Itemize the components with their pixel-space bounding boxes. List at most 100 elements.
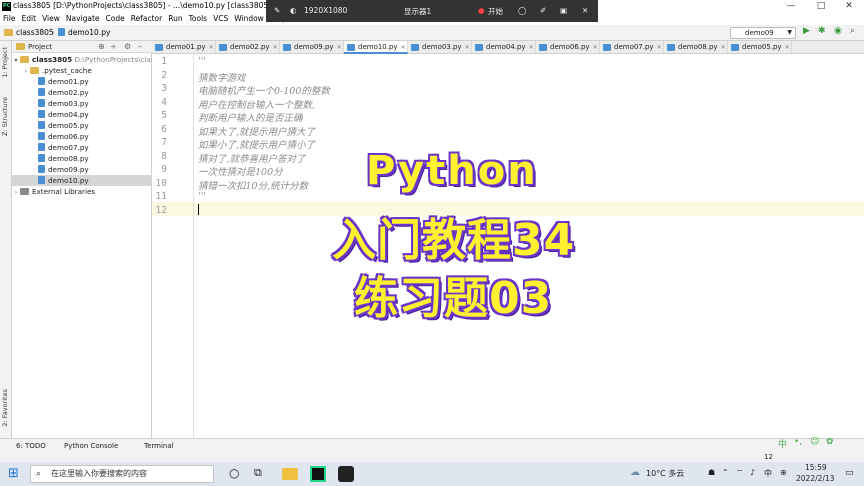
tree-item-file[interactable]: demo03.py <box>12 98 152 109</box>
favorites-tool-tab[interactable]: 2: Favorites <box>1 389 9 427</box>
notification-icon[interactable]: ▭ <box>845 468 854 478</box>
ime-smile-icon[interactable]: ☺ <box>810 437 819 447</box>
menu-vcs[interactable]: VCS <box>210 13 231 25</box>
run-config-select[interactable]: demo09 ▼ <box>730 27 796 39</box>
clock-date[interactable]: 2022/2/13 <box>796 474 834 483</box>
breadcrumb-file[interactable]: demo10.py <box>68 28 110 37</box>
contrast-icon[interactable]: ◐ <box>290 6 297 15</box>
tab-demo01[interactable]: demo01.py ✕ <box>152 41 216 54</box>
tree-item-file[interactable]: demo07.py <box>12 142 152 153</box>
menu-window[interactable]: Window <box>231 13 267 25</box>
tab-close-icon[interactable]: ✕ <box>657 44 662 51</box>
search-everywhere-icon[interactable]: ⌕ <box>850 26 855 36</box>
pen-icon[interactable]: ✐ <box>540 6 546 15</box>
tray-volume-icon[interactable]: ♪ <box>750 468 755 477</box>
tab-close-icon[interactable]: ✕ <box>529 44 534 51</box>
tab-demo08[interactable]: demo08.py ✕ <box>664 41 728 54</box>
project-panel-title[interactable]: Project <box>28 43 52 51</box>
clock-time[interactable]: 15:59 <box>805 463 827 472</box>
close-button[interactable]: ✕ <box>834 0 864 13</box>
tab-demo10[interactable]: demo10.py ✕ <box>344 41 408 54</box>
weather-icon[interactable]: ☁ <box>630 467 640 478</box>
settings-circle-icon[interactable]: ◯ <box>518 6 526 15</box>
tree-root[interactable]: ▾ class3805 D:\PythonProjects\class3805 <box>12 54 152 65</box>
coverage-icon[interactable]: ◉ <box>834 26 842 36</box>
menu-file[interactable]: File <box>0 13 19 25</box>
pycharm-taskbar-icon[interactable] <box>310 466 326 482</box>
cursor-position[interactable]: 12 <box>764 453 773 461</box>
tab-demo07[interactable]: demo07.py ✕ <box>600 41 664 54</box>
menu-refactor[interactable]: Refactor <box>128 13 165 25</box>
tab-close-icon[interactable]: ✕ <box>401 44 406 51</box>
overlay-title-line1: Python <box>365 147 538 196</box>
tree-item-file[interactable]: demo02.py <box>12 87 152 98</box>
cortana-icon[interactable]: ○ <box>229 466 245 482</box>
menu-navigate[interactable]: Navigate <box>63 13 103 25</box>
tray-chevron-icon[interactable]: ⌃ <box>722 468 729 477</box>
tree-item-file[interactable]: demo01.py <box>12 76 152 87</box>
tree-item-file-selected[interactable]: demo10.py <box>12 175 152 186</box>
taskbar-search-input[interactable]: ⌕ 在这里输入你要搜索的内容 <box>30 465 214 483</box>
tab-close-icon[interactable]: ✕ <box>273 44 278 51</box>
todo-tab[interactable]: 6: TODO <box>16 442 46 450</box>
tab-close-icon[interactable]: ✕ <box>465 44 470 51</box>
menu-edit[interactable]: Edit <box>19 13 40 25</box>
tab-demo04[interactable]: demo04.py ✕ <box>472 41 536 54</box>
tab-close-icon[interactable]: ✕ <box>593 44 598 51</box>
tab-demo05[interactable]: demo05.py ✕ <box>728 41 792 54</box>
maximize-button[interactable]: □ <box>806 0 836 13</box>
locate-icon[interactable]: ⊕ <box>98 42 105 51</box>
tray-ime-icon[interactable]: 中 <box>764 468 772 479</box>
tree-item-pytest-cache[interactable]: › .pytest_cache <box>12 65 152 76</box>
tab-demo06[interactable]: demo06.py ✕ <box>536 41 600 54</box>
menu-run[interactable]: Run <box>165 13 185 25</box>
debug-icon[interactable]: ✱ <box>818 26 826 36</box>
minimize-button[interactable]: — <box>776 0 806 13</box>
camera-icon[interactable]: ▣ <box>560 6 567 15</box>
tab-demo02[interactable]: demo02.py ✕ <box>216 41 280 54</box>
tray-wifi-icon[interactable]: ⌔ <box>736 468 744 478</box>
tab-close-icon[interactable]: ✕ <box>721 44 726 51</box>
task-view-icon[interactable]: ⧉ <box>254 466 270 482</box>
tab-close-icon[interactable]: ✕ <box>785 44 790 51</box>
tab-demo03[interactable]: demo03.py ✕ <box>408 41 472 54</box>
ime-tool-icon[interactable]: ✿ <box>826 437 834 447</box>
tray-extra-icon[interactable]: ⊕ <box>780 468 787 477</box>
structure-tool-tab[interactable]: Z: Structure <box>1 97 9 136</box>
ime-chinese-icon[interactable]: 中 <box>778 437 787 450</box>
tab-demo09[interactable]: demo09.py ✕ <box>280 41 344 54</box>
collapse-icon[interactable]: ÷ <box>110 42 117 51</box>
breadcrumb-project[interactable]: class3805 <box>16 28 54 37</box>
menu-tools[interactable]: Tools <box>186 13 210 25</box>
recorder-taskbar-icon[interactable] <box>338 466 354 482</box>
run-icon[interactable]: ▶ <box>803 26 810 36</box>
weather-text[interactable]: 10°C 多云 <box>646 468 684 479</box>
python-file-icon <box>38 143 45 151</box>
tree-item-external-libraries[interactable]: › External Libraries <box>12 186 152 197</box>
tree-item-file[interactable]: demo05.py <box>12 120 152 131</box>
terminal-tab[interactable]: Terminal <box>144 442 174 450</box>
tray-network-icon[interactable]: ☗ <box>708 468 715 477</box>
ime-punct-icon[interactable]: •, <box>794 437 802 447</box>
tree-item-file[interactable]: demo06.py <box>12 131 152 142</box>
menu-code[interactable]: Code <box>103 13 128 25</box>
file-explorer-icon[interactable] <box>282 468 298 480</box>
hide-icon[interactable]: – <box>138 42 142 51</box>
gear-icon[interactable]: ⚙ <box>124 42 131 51</box>
tab-close-icon[interactable]: ✕ <box>209 44 214 51</box>
recorder-close-icon[interactable]: ✕ <box>582 6 588 15</box>
windows-start-icon[interactable]: ⊞ <box>8 466 19 481</box>
recorder-resolution[interactable]: 1920X1080 <box>304 6 347 15</box>
root-name: class3805 <box>32 55 73 64</box>
python-console-tab[interactable]: Python Console <box>64 442 118 450</box>
tree-item-file[interactable]: demo08.py <box>12 153 152 164</box>
tree-item-file[interactable]: demo09.py <box>12 164 152 175</box>
pin-icon[interactable]: ✎ <box>274 6 280 15</box>
menu-view[interactable]: View <box>39 13 63 25</box>
project-tool-tab[interactable]: 1: Project <box>1 47 9 78</box>
tree-item-file[interactable]: demo04.py <box>12 109 152 120</box>
project-icon <box>16 43 25 50</box>
recorder-start-button[interactable]: 开始 <box>488 6 503 17</box>
tab-close-icon[interactable]: ✕ <box>337 44 342 51</box>
recorder-display[interactable]: 显示器1 <box>404 6 431 17</box>
